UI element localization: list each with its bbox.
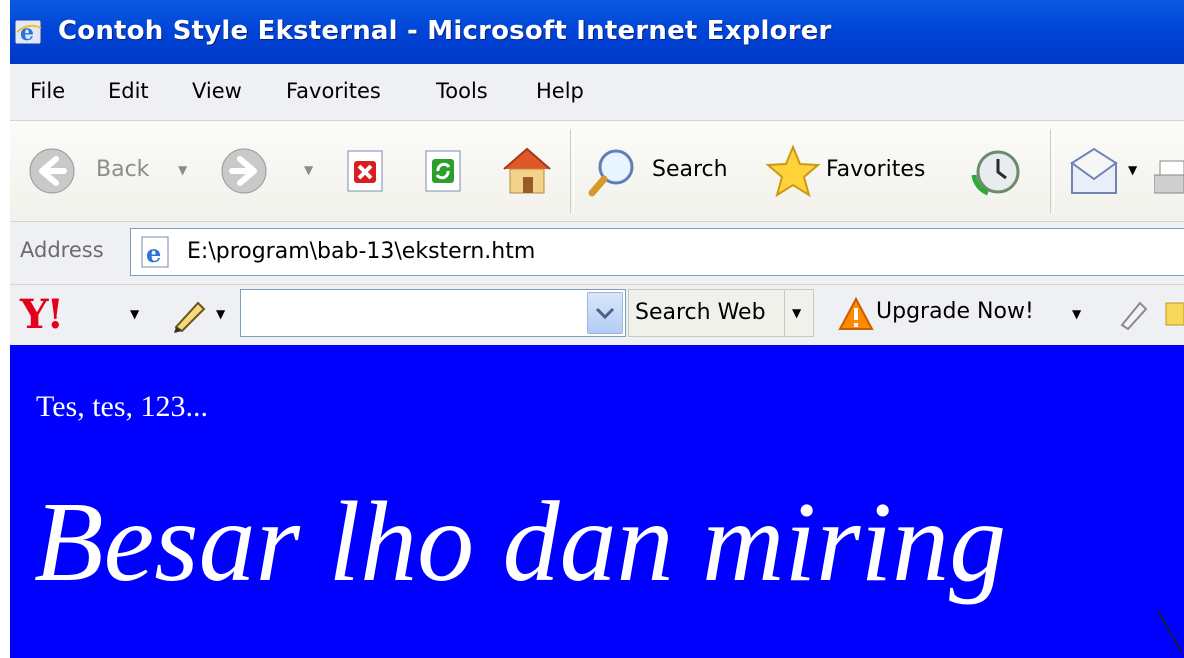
- pencil-dropdown-icon[interactable]: ▼: [216, 307, 225, 321]
- yahoo-toolbar: Y! ▼ ▼ Search Web ▼ Upgrade Now! ▼: [10, 285, 1184, 345]
- svg-text:e: e: [20, 20, 34, 46]
- menu-view[interactable]: View: [192, 79, 242, 103]
- window-title: Contoh Style Eksternal - Microsoft Inter…: [58, 16, 832, 46]
- menu-favorites[interactable]: Favorites: [286, 79, 381, 103]
- stop-icon[interactable]: [344, 149, 388, 193]
- page-content: Tes, tes, 123... Besar lho dan miring: [10, 345, 1184, 658]
- search-web-button[interactable]: Search Web ▼: [628, 289, 814, 337]
- toolbar-separator: [1050, 129, 1054, 213]
- favorites-icon[interactable]: [764, 143, 822, 201]
- search-web-dropdown[interactable]: ▼: [784, 290, 811, 336]
- mail-icon[interactable]: [1068, 147, 1124, 197]
- forward-dropdown-icon[interactable]: ▼: [304, 163, 313, 177]
- yahoo-search-input[interactable]: [240, 289, 626, 337]
- address-bar: Address e E:\program\bab-13\ekstern.htm: [10, 222, 1184, 285]
- address-value[interactable]: E:\program\bab-13\ekstern.htm: [187, 239, 535, 264]
- yahoo-dropdown-icon[interactable]: ▼: [130, 307, 139, 321]
- yahoo-logo[interactable]: Y!: [20, 291, 64, 338]
- menu-bar: File Edit View Favorites Tools Help: [10, 64, 1184, 121]
- menu-help[interactable]: Help: [536, 79, 584, 103]
- chevron-down-icon: [595, 307, 615, 320]
- upgrade-dropdown-icon[interactable]: ▼: [1072, 307, 1081, 321]
- print-icon[interactable]: [1154, 159, 1184, 199]
- chevron-down-icon: ▼: [792, 306, 802, 320]
- home-icon[interactable]: [498, 141, 556, 199]
- page-icon: e: [141, 236, 169, 268]
- content-line-1: Tes, tes, 123...: [36, 390, 209, 423]
- menu-file[interactable]: File: [30, 79, 65, 103]
- search-web-label: Search Web: [635, 300, 766, 325]
- cursor-stroke: [1157, 610, 1183, 654]
- highlighter-icon[interactable]: [1116, 297, 1150, 331]
- search-button-label[interactable]: Search: [652, 157, 728, 182]
- svg-text:e: e: [146, 239, 161, 268]
- yahoo-search-dropdown[interactable]: [587, 292, 623, 334]
- favorites-button-label[interactable]: Favorites: [826, 157, 925, 182]
- mail-dropdown-icon[interactable]: ▼: [1128, 163, 1137, 177]
- content-line-2: Besar lho dan miring: [34, 478, 1007, 605]
- refresh-icon[interactable]: [422, 149, 466, 193]
- address-label: Address: [20, 238, 104, 262]
- title-bar[interactable]: e Contoh Style Eksternal - Microsoft Int…: [10, 0, 1184, 64]
- back-label[interactable]: Back: [96, 157, 149, 182]
- back-dropdown-icon[interactable]: ▼: [178, 163, 187, 177]
- search-icon[interactable]: [584, 145, 640, 201]
- toolbar-separator: [570, 129, 574, 213]
- back-icon[interactable]: [28, 147, 76, 195]
- standard-toolbar: Back ▼ ▼ Search Favorites ▼: [10, 121, 1184, 222]
- address-input[interactable]: e E:\program\bab-13\ekstern.htm: [130, 228, 1184, 276]
- ie-logo-icon: e: [14, 19, 42, 46]
- upgrade-now-button[interactable]: Upgrade Now!: [876, 299, 1034, 324]
- browser-window: e Contoh Style Eksternal - Microsoft Int…: [10, 0, 1184, 658]
- menu-tools[interactable]: Tools: [436, 79, 488, 103]
- folder-icon[interactable]: [1164, 299, 1184, 329]
- menu-edit[interactable]: Edit: [108, 79, 149, 103]
- history-icon[interactable]: [970, 145, 1024, 199]
- pencil-icon[interactable]: [170, 297, 210, 333]
- warning-icon[interactable]: [838, 297, 874, 331]
- forward-icon[interactable]: [220, 147, 268, 195]
